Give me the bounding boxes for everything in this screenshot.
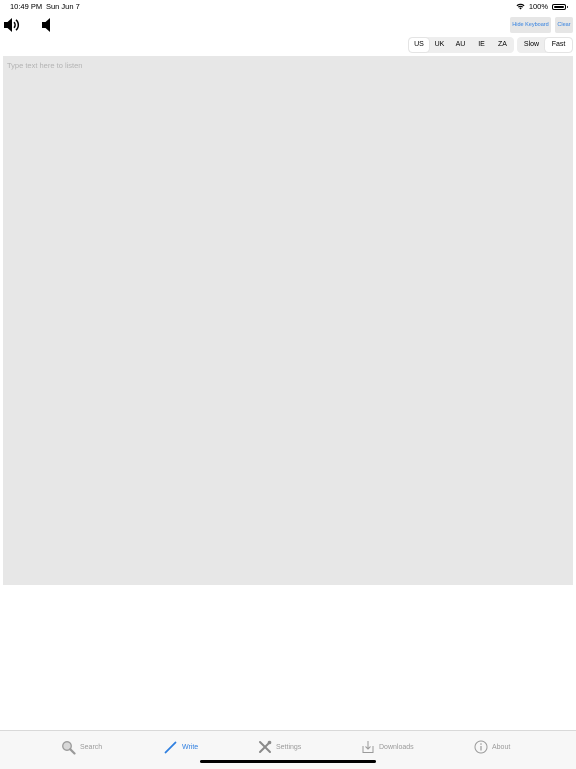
battery-icon — [552, 3, 568, 10]
tab-downloads-label: Downloads — [379, 743, 414, 751]
accent-option-au[interactable]: AU — [450, 38, 471, 52]
tab-write[interactable]: Write — [164, 739, 198, 755]
tab-write-label: Write — [182, 743, 199, 751]
accent-option-us[interactable]: US — [409, 38, 429, 52]
download-icon — [361, 740, 375, 754]
battery-percent: 100% — [528, 2, 548, 11]
clear-button[interactable]: Clear — [555, 17, 573, 33]
accent-option-uk[interactable]: UK — [429, 38, 450, 52]
home-indicator[interactable] — [200, 760, 376, 763]
tab-about[interactable]: About — [474, 739, 510, 755]
tab-settings-label: Settings — [276, 743, 302, 751]
wifi-icon — [516, 3, 525, 10]
accent-option-ie[interactable]: IE — [471, 38, 492, 52]
pencil-icon — [164, 740, 178, 754]
accent-segmented-control: US UK AU IE ZA — [408, 37, 514, 53]
speaker-quiet-icon[interactable] — [41, 16, 53, 34]
text-input-area[interactable]: Type text here to listen — [3, 56, 573, 585]
status-time: 10:49 PM — [10, 2, 43, 11]
status-bar: 10:49 PM Sun Jun 7 100% — [0, 0, 576, 14]
info-icon — [474, 740, 488, 754]
tab-bar: Search Write Settings Downloads About — [0, 730, 576, 769]
tab-downloads[interactable]: Downloads — [361, 739, 414, 755]
status-date: Sun Jun 7 — [46, 2, 80, 11]
tools-icon — [258, 740, 272, 754]
status-indicators: 100% — [516, 2, 568, 11]
text-input-placeholder: Type text here to listen — [7, 61, 83, 70]
hide-keyboard-button[interactable]: Hide Keyboard — [510, 17, 551, 33]
tab-settings[interactable]: Settings — [258, 739, 301, 755]
accent-option-za[interactable]: ZA — [492, 38, 513, 52]
tab-search-label: Search — [80, 743, 103, 751]
magnifier-icon — [61, 740, 76, 755]
tab-about-label: About — [492, 743, 511, 751]
speaker-loud-icon[interactable] — [3, 16, 21, 34]
speed-option-fast[interactable]: Fast — [545, 38, 572, 52]
speed-segmented-control: Slow Fast — [517, 37, 573, 53]
speed-option-slow[interactable]: Slow — [518, 38, 545, 52]
tab-search[interactable]: Search — [61, 739, 102, 755]
